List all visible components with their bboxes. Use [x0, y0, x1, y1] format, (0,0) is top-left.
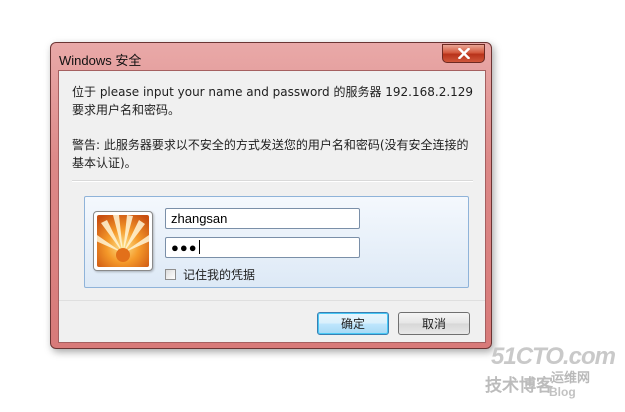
watermark-subtitle: 技术博客	[485, 376, 553, 395]
server-message: 位于 please input your name and password 的…	[72, 85, 474, 117]
remember-checkbox[interactable]	[165, 269, 176, 280]
close-icon	[457, 48, 470, 59]
dialog-footer: 确定 取消	[59, 300, 485, 342]
cancel-button-label: 取消	[421, 317, 446, 331]
text-caret	[198, 240, 200, 254]
ok-button[interactable]: 确定	[317, 312, 389, 335]
dialog-title: Windows 安全	[59, 53, 142, 68]
password-input[interactable]: ●●●	[165, 237, 360, 258]
ok-button-label: 确定	[340, 317, 365, 331]
watermark-tag: 运维网	[551, 370, 591, 385]
watermark-blog: Blog	[549, 385, 576, 399]
cancel-button[interactable]: 取消	[398, 312, 470, 335]
credential-panel: zhangsan ●●● 记住我的凭据	[84, 196, 469, 288]
dialog-body: 位于 please input your name and password 的…	[58, 70, 486, 343]
remember-credentials[interactable]: 记住我的凭据	[165, 266, 255, 283]
username-input[interactable]: zhangsan	[165, 208, 360, 229]
username-value: zhangsan	[171, 211, 228, 226]
security-warning: 警告: 此服务器要求以不安全的方式发送您的用户名和密码(没有安全连接的基本认证)…	[72, 138, 469, 170]
flower-avatar-icon	[97, 215, 149, 267]
remember-label: 记住我的凭据	[183, 268, 256, 282]
close-button[interactable]	[442, 44, 485, 63]
user-avatar	[93, 211, 153, 271]
divider	[72, 180, 473, 182]
site-watermark: 51CTO.com 技术博客 运维网 Blog	[485, 343, 616, 403]
password-mask: ●●●	[171, 240, 198, 255]
windows-security-dialog: Windows 安全 位于 please input your name and…	[50, 42, 492, 349]
